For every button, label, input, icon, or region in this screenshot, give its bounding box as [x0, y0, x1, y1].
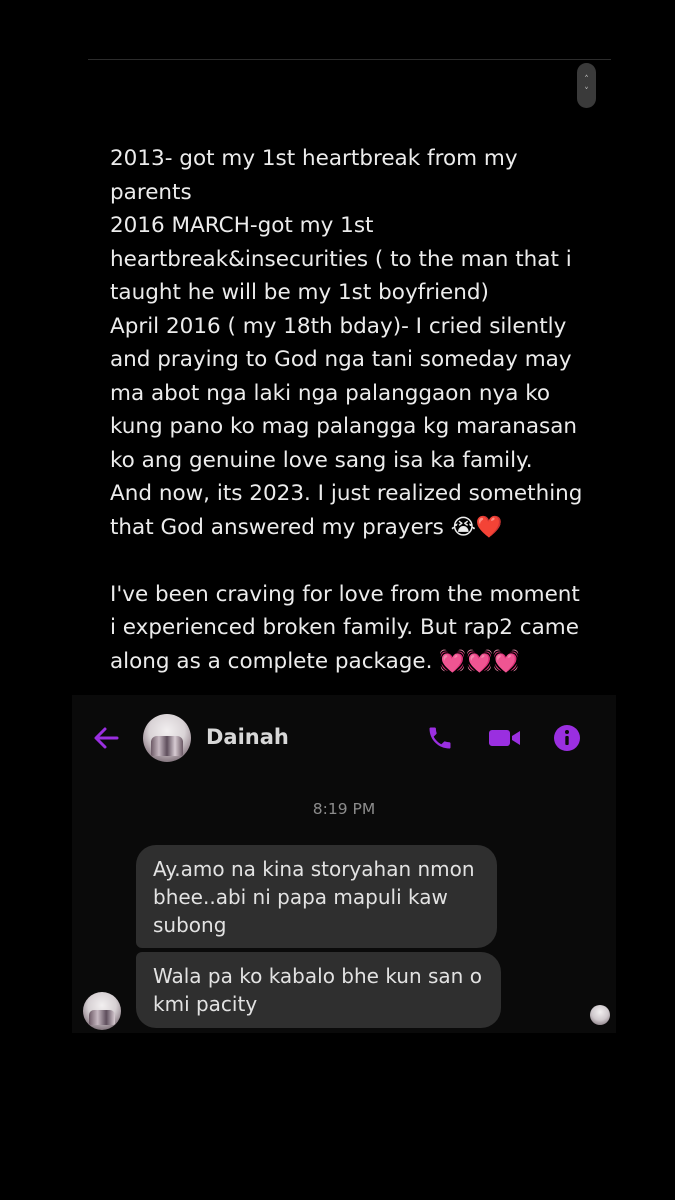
contact-avatar[interactable]: [143, 714, 191, 762]
note-line-text: that God answered my prayers: [110, 514, 444, 540]
scroll-handle[interactable]: ˄ ˅: [577, 63, 596, 108]
message-line: bhee..abi ni papa mapuli kaw: [153, 885, 448, 909]
note-line: heartbreak&insecurities ( to the man tha…: [110, 246, 572, 272]
phone-icon[interactable]: [426, 724, 454, 752]
note-line: ma abot nga laki nga palanggaon nya ko: [110, 380, 551, 406]
note-text: 2013- got my 1st heartbreak from my pare…: [110, 142, 600, 679]
message-line: Ay.amo na kina storyahan nmon: [153, 857, 475, 881]
read-receipt-avatar: [590, 1005, 610, 1025]
note-line: that God answered my prayers 😭❤️: [110, 511, 600, 545]
message-timestamp: 8:19 PM: [312, 800, 376, 818]
chevron-up-icon: ˄: [584, 74, 589, 85]
note-line: 2013- got my 1st heartbreak from my: [110, 146, 518, 171]
info-icon[interactable]: [553, 724, 581, 752]
note-line: kung pano ko mag palangga kg maranasan: [110, 414, 578, 439]
note-line: 2016 MARCH-got my 1st: [110, 213, 374, 238]
chevron-down-icon: ˅: [584, 86, 589, 97]
message-bubble[interactable]: Wala pa ko kabalo bhe kun san o kmi paci…: [136, 952, 501, 1028]
note-line: parents: [110, 179, 192, 205]
note-line: i experienced broken family. But rap2 ca…: [110, 615, 579, 641]
note-line: and praying to God nga tani someday may: [110, 347, 572, 372]
note-line-text: along as a complete package.: [110, 648, 433, 674]
note-line: along as a complete package. 💓💓💓: [110, 645, 600, 679]
message-line: subong: [153, 913, 227, 937]
hearts-emoji: 💓💓💓: [439, 649, 520, 674]
note-line: ko ang genuine love sang isa ka family.: [110, 447, 533, 473]
back-arrow-icon[interactable]: [92, 724, 120, 752]
video-call-icon[interactable]: [488, 724, 522, 752]
chat-screenshot: Dainah 8:19 PM Ay.amo na kina storyahan …: [72, 695, 616, 1033]
note-line: April 2016 ( my 18th bday)- I cried sile…: [110, 313, 567, 339]
top-divider: [88, 59, 611, 60]
crying-heart-emoji: 😭❤️: [450, 514, 503, 540]
message-bubble[interactable]: Ay.amo na kina storyahan nmon bhee..abi …: [136, 845, 497, 948]
note-line: And now, its 2023. I just realized somet…: [110, 481, 583, 506]
note-line: taught he will be my 1st boyfriend): [110, 280, 489, 305]
contact-name[interactable]: Dainah: [206, 725, 289, 749]
sender-avatar: [83, 992, 121, 1030]
message-line: kmi pacity: [153, 992, 258, 1016]
chat-header: Dainah: [72, 695, 616, 780]
message-line: Wala pa ko kabalo bhe kun san o: [153, 964, 482, 988]
note-line: I've been craving for love from the mome…: [110, 581, 580, 607]
